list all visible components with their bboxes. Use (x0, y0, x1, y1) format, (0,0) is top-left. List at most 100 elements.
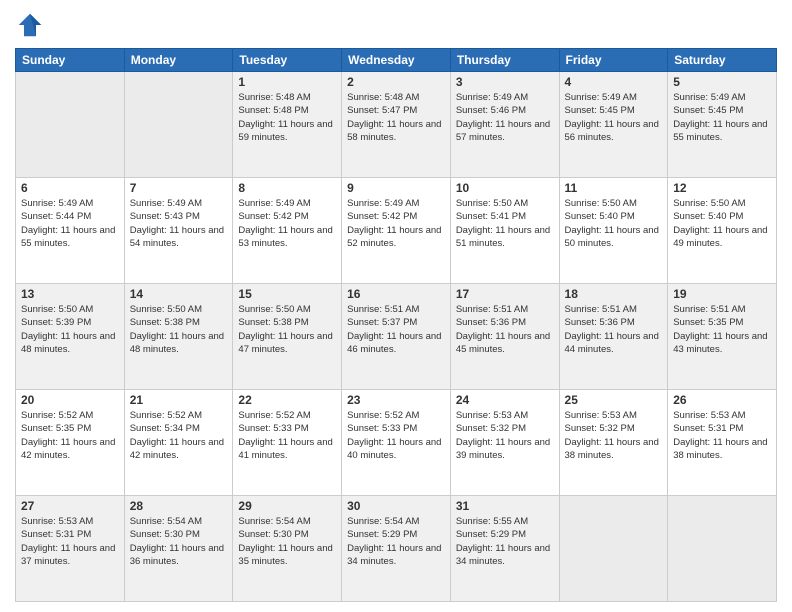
day-number: 20 (21, 393, 119, 407)
day-number: 24 (456, 393, 554, 407)
calendar-col-saturday: Saturday (668, 49, 777, 72)
day-detail: Sunrise: 5:53 AM Sunset: 5:31 PM Dayligh… (21, 515, 119, 568)
calendar-week-row: 1 Sunrise: 5:48 AM Sunset: 5:48 PM Dayli… (16, 72, 777, 178)
calendar-day-cell: 9 Sunrise: 5:49 AM Sunset: 5:42 PM Dayli… (342, 178, 451, 284)
calendar-table: SundayMondayTuesdayWednesdayThursdayFrid… (15, 48, 777, 602)
calendar-day-cell (559, 496, 668, 602)
day-number: 8 (238, 181, 336, 195)
calendar-day-cell: 24 Sunrise: 5:53 AM Sunset: 5:32 PM Dayl… (450, 390, 559, 496)
day-detail: Sunrise: 5:49 AM Sunset: 5:43 PM Dayligh… (130, 197, 228, 250)
day-detail: Sunrise: 5:49 AM Sunset: 5:42 PM Dayligh… (347, 197, 445, 250)
day-detail: Sunrise: 5:50 AM Sunset: 5:41 PM Dayligh… (456, 197, 554, 250)
day-detail: Sunrise: 5:50 AM Sunset: 5:39 PM Dayligh… (21, 303, 119, 356)
calendar-day-cell: 10 Sunrise: 5:50 AM Sunset: 5:41 PM Dayl… (450, 178, 559, 284)
calendar-day-cell: 3 Sunrise: 5:49 AM Sunset: 5:46 PM Dayli… (450, 72, 559, 178)
day-detail: Sunrise: 5:51 AM Sunset: 5:37 PM Dayligh… (347, 303, 445, 356)
calendar-col-tuesday: Tuesday (233, 49, 342, 72)
day-number: 31 (456, 499, 554, 513)
day-number: 4 (565, 75, 663, 89)
calendar-day-cell: 12 Sunrise: 5:50 AM Sunset: 5:40 PM Dayl… (668, 178, 777, 284)
calendar-col-thursday: Thursday (450, 49, 559, 72)
day-detail: Sunrise: 5:51 AM Sunset: 5:36 PM Dayligh… (456, 303, 554, 356)
day-detail: Sunrise: 5:49 AM Sunset: 5:42 PM Dayligh… (238, 197, 336, 250)
day-number: 30 (347, 499, 445, 513)
calendar-day-cell: 13 Sunrise: 5:50 AM Sunset: 5:39 PM Dayl… (16, 284, 125, 390)
calendar-day-cell: 8 Sunrise: 5:49 AM Sunset: 5:42 PM Dayli… (233, 178, 342, 284)
day-detail: Sunrise: 5:50 AM Sunset: 5:40 PM Dayligh… (565, 197, 663, 250)
day-detail: Sunrise: 5:53 AM Sunset: 5:32 PM Dayligh… (565, 409, 663, 462)
day-number: 15 (238, 287, 336, 301)
day-detail: Sunrise: 5:50 AM Sunset: 5:38 PM Dayligh… (130, 303, 228, 356)
calendar-col-wednesday: Wednesday (342, 49, 451, 72)
day-number: 7 (130, 181, 228, 195)
day-detail: Sunrise: 5:53 AM Sunset: 5:31 PM Dayligh… (673, 409, 771, 462)
calendar-day-cell: 26 Sunrise: 5:53 AM Sunset: 5:31 PM Dayl… (668, 390, 777, 496)
day-number: 12 (673, 181, 771, 195)
day-detail: Sunrise: 5:54 AM Sunset: 5:30 PM Dayligh… (238, 515, 336, 568)
day-number: 21 (130, 393, 228, 407)
day-detail: Sunrise: 5:51 AM Sunset: 5:36 PM Dayligh… (565, 303, 663, 356)
day-detail: Sunrise: 5:54 AM Sunset: 5:29 PM Dayligh… (347, 515, 445, 568)
day-detail: Sunrise: 5:49 AM Sunset: 5:46 PM Dayligh… (456, 91, 554, 144)
day-number: 25 (565, 393, 663, 407)
calendar-day-cell: 4 Sunrise: 5:49 AM Sunset: 5:45 PM Dayli… (559, 72, 668, 178)
day-detail: Sunrise: 5:53 AM Sunset: 5:32 PM Dayligh… (456, 409, 554, 462)
calendar-day-cell: 18 Sunrise: 5:51 AM Sunset: 5:36 PM Dayl… (559, 284, 668, 390)
day-number: 10 (456, 181, 554, 195)
calendar-header-row: SundayMondayTuesdayWednesdayThursdayFrid… (16, 49, 777, 72)
day-number: 6 (21, 181, 119, 195)
calendar-day-cell: 1 Sunrise: 5:48 AM Sunset: 5:48 PM Dayli… (233, 72, 342, 178)
header (15, 10, 777, 40)
calendar-day-cell: 20 Sunrise: 5:52 AM Sunset: 5:35 PM Dayl… (16, 390, 125, 496)
day-detail: Sunrise: 5:50 AM Sunset: 5:40 PM Dayligh… (673, 197, 771, 250)
day-number: 2 (347, 75, 445, 89)
day-number: 14 (130, 287, 228, 301)
calendar-day-cell (124, 72, 233, 178)
day-number: 16 (347, 287, 445, 301)
day-number: 28 (130, 499, 228, 513)
calendar-day-cell: 22 Sunrise: 5:52 AM Sunset: 5:33 PM Dayl… (233, 390, 342, 496)
day-detail: Sunrise: 5:49 AM Sunset: 5:45 PM Dayligh… (673, 91, 771, 144)
day-detail: Sunrise: 5:52 AM Sunset: 5:33 PM Dayligh… (347, 409, 445, 462)
calendar-day-cell: 31 Sunrise: 5:55 AM Sunset: 5:29 PM Dayl… (450, 496, 559, 602)
calendar-day-cell: 30 Sunrise: 5:54 AM Sunset: 5:29 PM Dayl… (342, 496, 451, 602)
day-detail: Sunrise: 5:48 AM Sunset: 5:48 PM Dayligh… (238, 91, 336, 144)
calendar-day-cell: 23 Sunrise: 5:52 AM Sunset: 5:33 PM Dayl… (342, 390, 451, 496)
day-number: 17 (456, 287, 554, 301)
calendar-day-cell: 5 Sunrise: 5:49 AM Sunset: 5:45 PM Dayli… (668, 72, 777, 178)
day-number: 19 (673, 287, 771, 301)
day-detail: Sunrise: 5:49 AM Sunset: 5:44 PM Dayligh… (21, 197, 119, 250)
calendar-col-friday: Friday (559, 49, 668, 72)
calendar-day-cell: 11 Sunrise: 5:50 AM Sunset: 5:40 PM Dayl… (559, 178, 668, 284)
day-detail: Sunrise: 5:51 AM Sunset: 5:35 PM Dayligh… (673, 303, 771, 356)
day-number: 5 (673, 75, 771, 89)
calendar-day-cell: 7 Sunrise: 5:49 AM Sunset: 5:43 PM Dayli… (124, 178, 233, 284)
day-number: 3 (456, 75, 554, 89)
calendar-day-cell: 27 Sunrise: 5:53 AM Sunset: 5:31 PM Dayl… (16, 496, 125, 602)
day-detail: Sunrise: 5:52 AM Sunset: 5:33 PM Dayligh… (238, 409, 336, 462)
day-number: 23 (347, 393, 445, 407)
calendar-day-cell (668, 496, 777, 602)
logo-icon (15, 10, 45, 40)
day-number: 29 (238, 499, 336, 513)
day-detail: Sunrise: 5:55 AM Sunset: 5:29 PM Dayligh… (456, 515, 554, 568)
day-detail: Sunrise: 5:48 AM Sunset: 5:47 PM Dayligh… (347, 91, 445, 144)
calendar-week-row: 13 Sunrise: 5:50 AM Sunset: 5:39 PM Dayl… (16, 284, 777, 390)
calendar-day-cell: 14 Sunrise: 5:50 AM Sunset: 5:38 PM Dayl… (124, 284, 233, 390)
calendar-day-cell: 19 Sunrise: 5:51 AM Sunset: 5:35 PM Dayl… (668, 284, 777, 390)
calendar-day-cell: 6 Sunrise: 5:49 AM Sunset: 5:44 PM Dayli… (16, 178, 125, 284)
calendar-day-cell: 16 Sunrise: 5:51 AM Sunset: 5:37 PM Dayl… (342, 284, 451, 390)
calendar-day-cell: 17 Sunrise: 5:51 AM Sunset: 5:36 PM Dayl… (450, 284, 559, 390)
calendar-day-cell (16, 72, 125, 178)
day-detail: Sunrise: 5:54 AM Sunset: 5:30 PM Dayligh… (130, 515, 228, 568)
calendar-day-cell: 2 Sunrise: 5:48 AM Sunset: 5:47 PM Dayli… (342, 72, 451, 178)
day-number: 22 (238, 393, 336, 407)
day-number: 13 (21, 287, 119, 301)
calendar-col-monday: Monday (124, 49, 233, 72)
calendar-day-cell: 21 Sunrise: 5:52 AM Sunset: 5:34 PM Dayl… (124, 390, 233, 496)
calendar-day-cell: 15 Sunrise: 5:50 AM Sunset: 5:38 PM Dayl… (233, 284, 342, 390)
day-number: 1 (238, 75, 336, 89)
day-detail: Sunrise: 5:52 AM Sunset: 5:34 PM Dayligh… (130, 409, 228, 462)
calendar-day-cell: 25 Sunrise: 5:53 AM Sunset: 5:32 PM Dayl… (559, 390, 668, 496)
calendar-week-row: 6 Sunrise: 5:49 AM Sunset: 5:44 PM Dayli… (16, 178, 777, 284)
